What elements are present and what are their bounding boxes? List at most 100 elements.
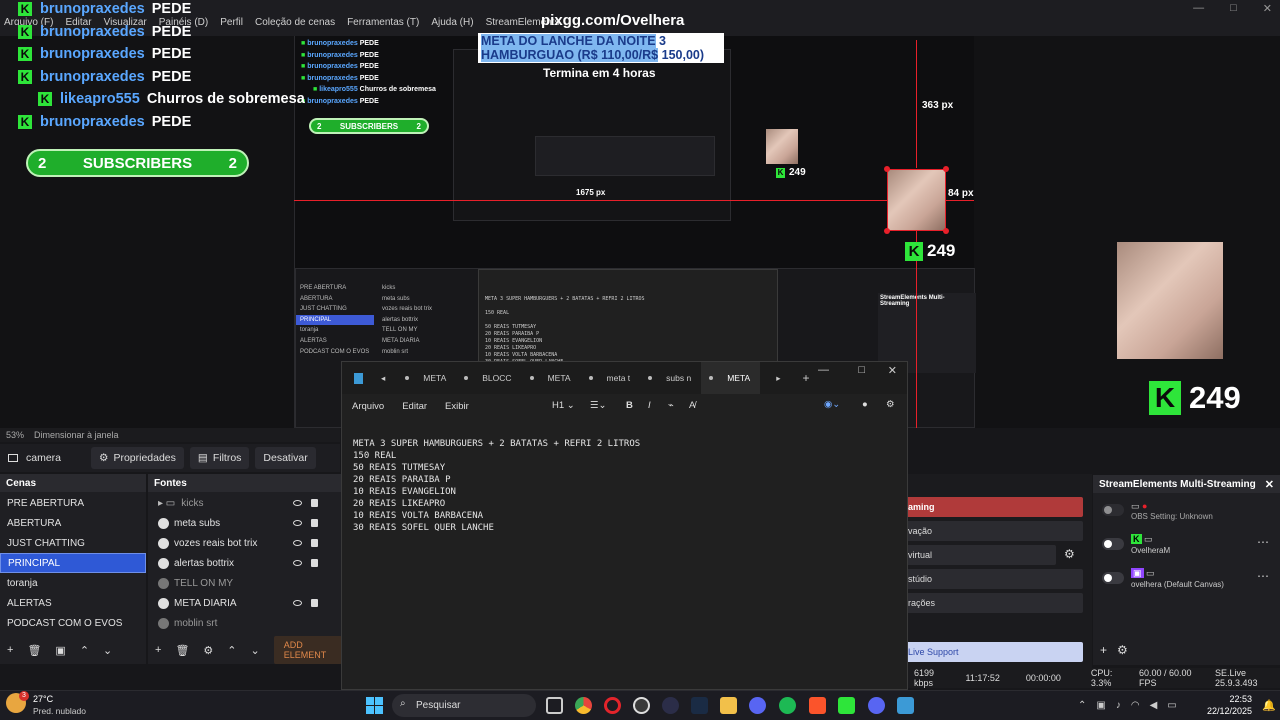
close-icon[interactable]: ✕	[888, 364, 897, 377]
scene-item[interactable]: PODCAST COM O EVOS	[0, 613, 146, 633]
copy-icon[interactable]: ▣	[55, 644, 65, 657]
menu-ferramentas[interactable]: Ferramentas (T)	[347, 17, 419, 28]
add-icon[interactable]: +	[7, 644, 13, 656]
start-streaming-button[interactable]: aming	[906, 497, 1083, 517]
camera-source-selected[interactable]	[887, 169, 946, 231]
trash-icon[interactable]: 🗑	[27, 644, 41, 657]
taskbar-search[interactable]: ⌕ Pesquisar	[392, 694, 536, 717]
eye-icon[interactable]	[293, 520, 302, 526]
eye-icon[interactable]	[293, 540, 302, 546]
file-explorer-icon[interactable]	[720, 697, 737, 714]
maximize-icon[interactable]: □	[1230, 2, 1237, 15]
minimize-icon[interactable]: —	[818, 364, 829, 376]
notepad-tab-active[interactable]: META	[701, 362, 761, 394]
tab-scroll-left-icon[interactable]: ◂	[381, 373, 385, 384]
move-up-icon[interactable]: ⌃	[80, 644, 89, 657]
filters-button[interactable]: ▤ Filtros	[189, 447, 250, 469]
resize-handle[interactable]	[943, 166, 949, 172]
minimize-icon[interactable]: —	[1193, 2, 1204, 15]
menu-arquivo[interactable]: Arquivo	[352, 401, 384, 412]
close-icon[interactable]: ✕	[1265, 478, 1274, 491]
wifi-icon[interactable]: ◠	[1131, 700, 1140, 711]
close-icon[interactable]: ✕	[1263, 2, 1272, 15]
more-icon[interactable]: ⋯	[1257, 535, 1269, 549]
app-icon[interactable]	[749, 697, 766, 714]
settings-button[interactable]: rações	[906, 593, 1083, 613]
gear-icon[interactable]: ⚙	[886, 399, 895, 410]
scene-item[interactable]: toranja	[0, 573, 146, 593]
resize-handle[interactable]	[884, 228, 890, 234]
notification-icon[interactable]: 🔔	[1262, 699, 1276, 712]
tray-app-icon[interactable]: ▣	[1096, 700, 1105, 711]
source-item[interactable]: alertas bottrix	[148, 553, 342, 573]
source-item[interactable]: TELL ON MY	[148, 573, 342, 593]
spotify-icon[interactable]	[779, 697, 796, 714]
maximize-icon[interactable]: □	[858, 364, 865, 376]
menu-ajuda[interactable]: Ajuda (H)	[431, 17, 473, 28]
resize-handle[interactable]	[943, 228, 949, 234]
resize-handle[interactable]	[884, 166, 890, 172]
discord-icon[interactable]	[868, 697, 885, 714]
add-icon[interactable]: +	[1100, 643, 1107, 657]
gear-icon[interactable]: ⚙	[203, 644, 213, 657]
account-icon[interactable]: ●	[862, 399, 868, 410]
scene-item-active[interactable]: PRINCIPAL	[0, 553, 146, 573]
list-icon[interactable]: ☰⌄	[590, 400, 606, 411]
properties-button[interactable]: ⚙ Propriedades	[91, 447, 184, 469]
tab-scroll-right-icon[interactable]: ▸	[776, 373, 780, 384]
output-toggle[interactable]	[1102, 504, 1124, 516]
lock-icon[interactable]	[311, 539, 318, 547]
scene-item[interactable]: PRE ABERTURA	[0, 493, 146, 513]
lock-icon[interactable]	[311, 499, 318, 507]
eye-icon[interactable]	[293, 560, 302, 566]
notepad-taskbar-icon[interactable]	[897, 697, 914, 714]
trash-icon[interactable]: 🗑	[175, 644, 189, 657]
notepad-tab[interactable]: META	[522, 362, 581, 394]
gear-icon[interactable]: ⚙	[1117, 643, 1128, 657]
move-up-icon[interactable]: ⌃	[227, 644, 236, 657]
opera-icon[interactable]	[604, 697, 621, 714]
gear-icon[interactable]: ⚙	[1064, 547, 1075, 561]
lock-icon[interactable]	[311, 519, 318, 527]
clock-time[interactable]: 22:53	[1212, 694, 1252, 704]
notepad-tab[interactable]: META	[397, 362, 456, 394]
notepad-tab[interactable]: BLOCC	[456, 362, 521, 394]
source-item[interactable]: vozes reais bot trix	[148, 533, 342, 553]
scene-item[interactable]: JUST CHATTING	[0, 533, 146, 553]
new-tab-icon[interactable]: +	[802, 371, 809, 385]
notepad-tab[interactable]: meta t	[581, 362, 641, 394]
start-recording-button[interactable]: vação	[906, 521, 1083, 541]
scene-item[interactable]: ABERTURA	[0, 513, 146, 533]
steam-icon[interactable]	[691, 697, 708, 714]
more-icon[interactable]: ⋯	[1257, 569, 1269, 583]
live-support-button[interactable]: Live Support	[906, 642, 1083, 662]
obs-icon[interactable]	[633, 697, 650, 714]
task-view-icon[interactable]	[546, 697, 563, 714]
source-item[interactable]: META DIARIA	[148, 593, 342, 613]
battery-icon[interactable]: ▭	[1167, 700, 1176, 711]
scene-item[interactable]: ALERTAS	[0, 593, 146, 613]
windows-start-icon[interactable]	[366, 697, 383, 714]
source-item[interactable]: meta subs	[148, 513, 342, 533]
lock-icon[interactable]	[311, 559, 318, 567]
deactivate-button[interactable]: Desativar	[255, 447, 316, 469]
bold-icon[interactable]: B	[626, 400, 633, 411]
notepad-tab[interactable]: subs n	[640, 362, 701, 394]
brave-icon[interactable]	[809, 697, 826, 714]
notepad-text-area[interactable]: META 3 SUPER HAMBURGUERS + 2 BATATAS + R…	[342, 418, 907, 534]
studio-mode-button[interactable]: stúdio	[906, 569, 1083, 589]
move-down-icon[interactable]: ⌄	[103, 644, 112, 657]
clock-date[interactable]: 22/12/2025	[1205, 706, 1252, 716]
kick-app-icon[interactable]	[838, 697, 855, 714]
eye-icon[interactable]	[293, 500, 302, 506]
add-icon[interactable]: +	[155, 644, 161, 656]
mic-icon[interactable]: ♪	[1116, 700, 1121, 711]
clear-format-icon[interactable]: A̸	[689, 400, 695, 411]
menu-editar[interactable]: Editar	[402, 401, 427, 412]
zoom-mode[interactable]: Dimensionar à janela	[34, 430, 119, 440]
app-icon[interactable]	[662, 697, 679, 714]
source-item[interactable]: moblin srt	[148, 613, 342, 633]
link-icon[interactable]: ⌁	[668, 400, 674, 411]
heading-dropdown[interactable]: H1 ⌄	[552, 400, 575, 411]
output-toggle[interactable]	[1102, 538, 1124, 550]
